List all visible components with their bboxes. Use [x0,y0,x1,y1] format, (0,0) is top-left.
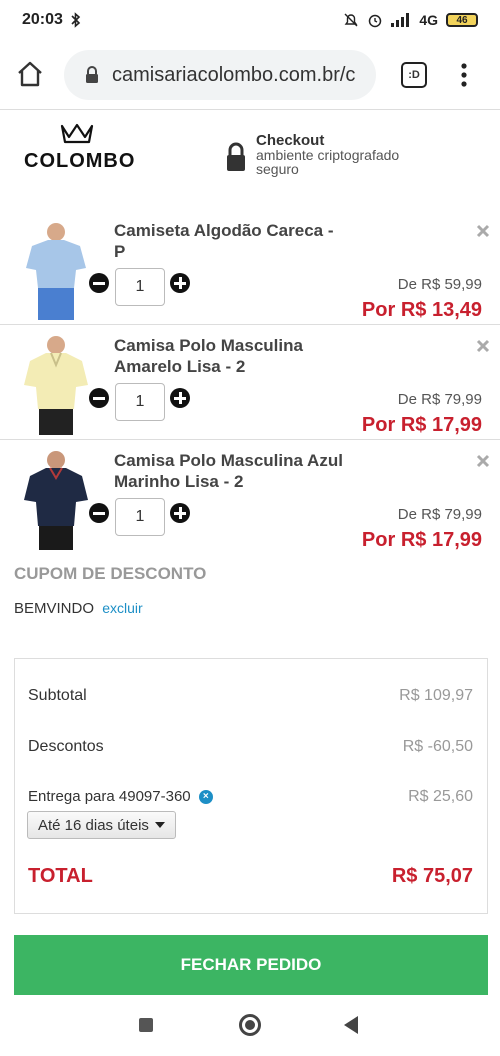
network-type: 4G [419,12,438,28]
new-price: Por R$ 13,49 [361,299,482,321]
product-pants-shape [39,409,73,435]
product-shirt-shape [24,353,88,409]
padlock-icon [227,142,245,171]
more-menu-icon[interactable] [458,62,470,88]
crown-logo-icon[interactable] [60,122,94,144]
tab-switcher-button[interactable]: :D [401,62,427,88]
qty-decrease-button[interactable] [89,503,109,523]
dropdown-caret-icon [154,822,165,828]
mute-icon [344,13,358,27]
product-name[interactable]: Camisa Polo Masculina Amarelo Lisa - 2 [114,335,344,377]
close-delivery-icon[interactable]: × [198,790,213,805]
total-value: R$ 75,07 [391,865,473,887]
battery-icon: 46 [446,13,478,27]
qty-decrease-button[interactable] [89,388,109,408]
qty-input[interactable]: 1 [115,268,165,306]
subtotal-value: R$ 109,97 [399,687,473,704]
qty-increase-button[interactable] [170,503,190,523]
product-shorts-shape [38,288,74,320]
signal-icon [391,13,410,27]
home-icon[interactable] [16,60,44,88]
discount-label: Descontos [28,738,104,755]
cart-item: Camisa Polo Masculina Azul Marinho Lisa … [0,440,500,555]
old-price: De R$ 59,99 [397,276,482,293]
old-price: De R$ 79,99 [397,391,482,408]
bluetooth-icon [71,12,81,28]
qty-decrease-button[interactable] [89,273,109,293]
old-price: De R$ 79,99 [397,506,482,523]
alarm-icon [369,14,382,28]
checkout-button[interactable]: FECHAR PEDIDO [14,935,488,995]
browser-toolbar: camisariacolombo.com.br/c :D [0,40,500,110]
secure-line-2: seguro [256,161,299,177]
order-summary: Subtotal R$ 109,97 Descontos R$ -60,50 E… [14,658,488,914]
status-time: 20:03 [22,11,63,28]
total-label: TOTAL [28,865,93,887]
remove-item-icon[interactable] [476,454,490,468]
product-shirt-shape [26,240,86,288]
qty-input[interactable]: 1 [115,383,165,421]
site-header: COLOMBO Checkout ambiente criptografado … [0,110,500,192]
remove-item-icon[interactable] [476,339,490,353]
url-bar[interactable]: camisariacolombo.com.br/c [64,50,376,100]
coupon-code: BEMVINDO [14,600,95,617]
url-text: camisariacolombo.com.br/c [112,63,356,86]
product-name[interactable]: Camisa Polo Masculina Azul Marinho Lisa … [114,450,344,492]
new-price: Por R$ 17,99 [361,414,482,436]
system-nav-bar [0,996,500,1056]
qty-increase-button[interactable] [170,388,190,408]
coupon-section-title: CUPOM DE DESCONTO [14,564,207,583]
delivery-label: Entrega para 49097-360 [28,788,191,805]
product-image[interactable] [14,331,98,435]
brand-logo[interactable]: COLOMBO [24,150,135,173]
cart-item: Camisa Polo Masculina Amarelo Lisa - 2 1… [0,325,500,440]
status-bar: 20:03 4G 46 [0,0,500,40]
product-image[interactable] [14,446,98,550]
battery-level: 46 [456,14,468,26]
qty-increase-button[interactable] [170,273,190,293]
delivery-row: Entrega para 49097-360 × [28,788,213,805]
qty-value: 1 [135,393,145,410]
product-name[interactable]: Camiseta Algodão Careca - P [114,220,344,262]
cart-item: Camiseta Algodão Careca - P 1 De R$ 59,9… [0,210,500,325]
remove-item-icon[interactable] [476,224,490,238]
secure-line-1: ambiente criptografado [256,147,400,163]
remove-coupon-link[interactable]: excluir [102,600,142,616]
recent-apps-icon[interactable] [139,1018,153,1032]
tabs-label: :D [408,69,420,81]
qty-value: 1 [135,508,145,525]
delivery-value: R$ 25,60 [408,788,473,805]
secure-checkout-badge: Checkout ambiente criptografado seguro [226,132,400,177]
delivery-option-value: Até 16 dias úteis [38,816,149,834]
delivery-option-select[interactable]: Até 16 dias úteis [27,811,176,839]
discount-value: R$ -60,50 [402,738,473,755]
secure-title: Checkout [256,132,325,149]
home-circle-icon[interactable] [239,1014,261,1036]
product-image[interactable] [14,216,98,320]
qty-input[interactable]: 1 [115,498,165,536]
applied-coupon: BEMVINDO excluir [14,600,143,617]
product-pants-shape [39,526,73,550]
new-price: Por R$ 17,99 [361,529,482,551]
subtotal-label: Subtotal [28,687,87,704]
back-icon[interactable] [344,1016,358,1034]
qty-value: 1 [135,278,145,295]
lock-icon [86,66,98,83]
